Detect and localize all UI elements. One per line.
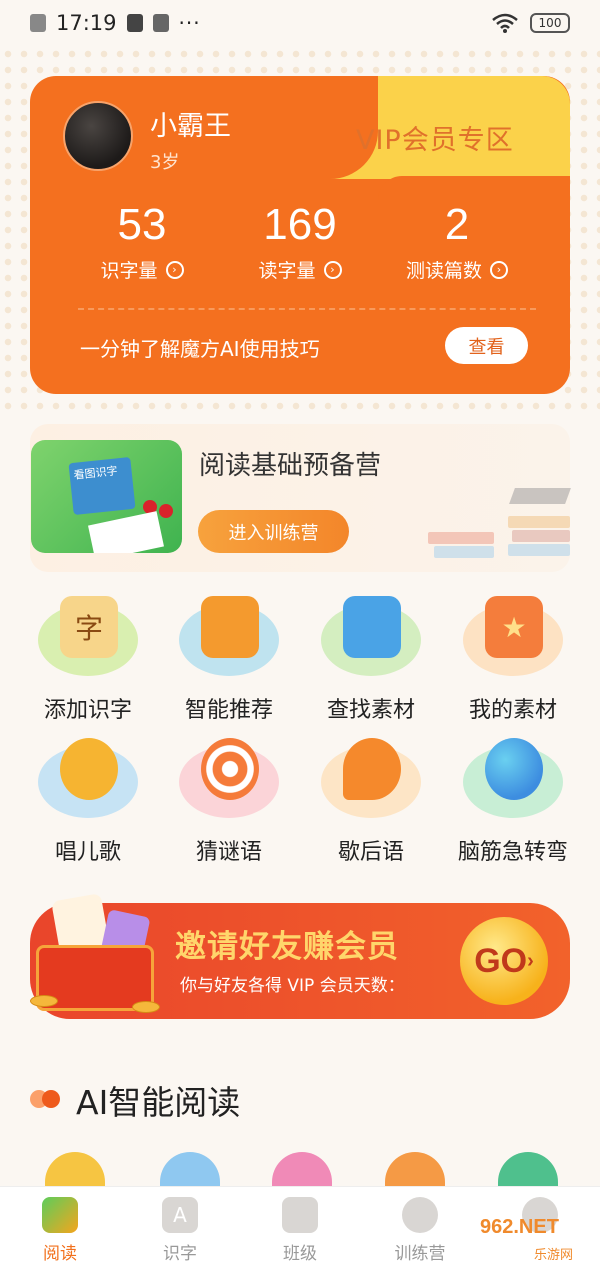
tab-class[interactable]: 班级 — [240, 1187, 360, 1267]
grid-xiehouyu[interactable]: 歇后语 — [300, 738, 442, 866]
folder-search-icon — [321, 596, 421, 676]
planet-icon — [463, 738, 563, 818]
camp-tab-icon — [402, 1197, 438, 1233]
chevron-right-icon: › — [323, 260, 342, 279]
watermark-subtitle: 乐游网 — [534, 1248, 574, 1263]
stat-label: 测读篇数 — [405, 260, 482, 282]
add-character-icon: 字 — [38, 596, 138, 676]
character-tab-icon: A — [162, 1197, 198, 1233]
stat-value: 53 — [117, 200, 167, 249]
grid-label: 查找素材 — [326, 698, 415, 723]
tab-reading[interactable]: 阅读 — [0, 1187, 120, 1267]
battery-icon: 100 — [530, 13, 570, 33]
camp-image: 看图识字 — [31, 440, 182, 553]
wifi-icon — [492, 13, 518, 33]
status-time: 17:19 — [56, 11, 117, 35]
grid-brain-teasers[interactable]: 脑筋急转弯 — [442, 738, 584, 866]
chevron-right-icon: › — [490, 260, 508, 279]
watermark-logo: 962.NET — [480, 1216, 559, 1238]
stat-reading-tests[interactable]: 2 测读篇数 › — [372, 196, 542, 283]
book-recommend-icon — [179, 596, 279, 676]
grid-label: 歇后语 — [337, 840, 404, 865]
card-divider — [78, 308, 536, 310]
stat-characters-known[interactable]: 53 识字量 › — [57, 196, 227, 283]
class-tab-icon — [282, 1197, 318, 1233]
chevron-right-icon: › — [165, 260, 184, 279]
stat-characters-read[interactable]: 169 读字量 › — [215, 196, 385, 283]
chat-bubble-icon — [321, 738, 421, 818]
status-bar: 17:19 ··· 100 — [0, 0, 600, 46]
tip-text: 一分钟了解魔方AI使用技巧 — [80, 337, 320, 361]
grid-label: 智能推荐 — [184, 698, 273, 723]
tab-camp[interactable]: 训练营 — [360, 1187, 480, 1267]
graduation-cap-icon — [509, 488, 571, 504]
go-button[interactable]: GO › — [460, 917, 548, 1005]
microphone-icon — [38, 738, 138, 818]
stat-label: 读字量 — [258, 260, 316, 282]
grid-label: 猜谜语 — [195, 840, 262, 865]
grid-label: 唱儿歌 — [54, 840, 121, 865]
stat-value: 169 — [263, 200, 337, 249]
tab-characters[interactable]: A 识字 — [120, 1187, 240, 1267]
grid-add-character[interactable]: 字 添加识字 — [17, 596, 159, 724]
flashcard-image — [88, 511, 164, 553]
user-age: 3岁 — [150, 152, 180, 173]
stat-label: 识字量 — [100, 260, 158, 282]
grid-smart-recommend[interactable]: 智能推荐 — [158, 596, 300, 724]
target-icon — [179, 738, 279, 818]
check-box-icon — [126, 14, 143, 32]
close-box-icon — [30, 14, 46, 32]
grid-find-material[interactable]: 查找素材 — [300, 596, 442, 724]
grid-label: 添加识字 — [43, 698, 132, 723]
grid-riddles[interactable]: 猜谜语 — [158, 738, 300, 866]
coin-icon — [132, 1001, 160, 1013]
grid-sing-songs[interactable]: 唱儿歌 — [17, 738, 159, 866]
avatar[interactable] — [63, 101, 133, 171]
coin-icon — [30, 995, 58, 1007]
grid-label: 脑筋急转弯 — [457, 840, 568, 865]
user-name: 小霸王 — [150, 111, 231, 142]
my-material-icon: ★ — [463, 596, 563, 676]
invite-banner[interactable]: 邀请好友赚会员 你与好友各得 VIP 会员天数： GO › — [30, 893, 570, 1019]
grid-label: 我的素材 — [468, 698, 557, 723]
enter-camp-button[interactable]: 进入训练营 — [198, 510, 349, 553]
more-icon: ··· — [178, 11, 201, 35]
cherry-image — [159, 504, 173, 518]
flashcard-box-image: 看图识字 — [68, 456, 136, 516]
section-dot-icon — [42, 1090, 60, 1108]
vip-zone-link[interactable]: VIP会员专区 — [356, 118, 514, 157]
invite-subtitle: 你与好友各得 VIP 会员天数： — [180, 976, 405, 996]
section-title: AI智能阅读 — [76, 1083, 241, 1122]
usb-icon — [152, 14, 169, 32]
stat-value: 2 — [444, 200, 470, 249]
view-tip-button[interactable]: 查看 — [445, 327, 528, 364]
grid-my-material[interactable]: ★ 我的素材 — [442, 596, 584, 724]
invite-title: 邀请好友赚会员 — [175, 929, 399, 965]
reading-tab-icon — [42, 1197, 78, 1233]
camp-title: 阅读基础预备营 — [199, 451, 382, 481]
